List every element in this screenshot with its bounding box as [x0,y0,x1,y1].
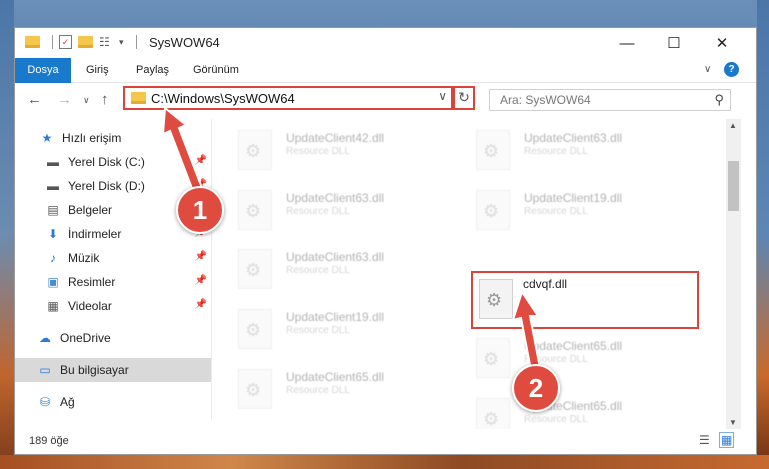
step-marker-1: 1 [176,186,224,234]
annotation-arrows [161,106,542,372]
arrow-1 [161,106,204,193]
step-marker-2: 2 [512,364,560,412]
arrow-2 [511,289,542,372]
